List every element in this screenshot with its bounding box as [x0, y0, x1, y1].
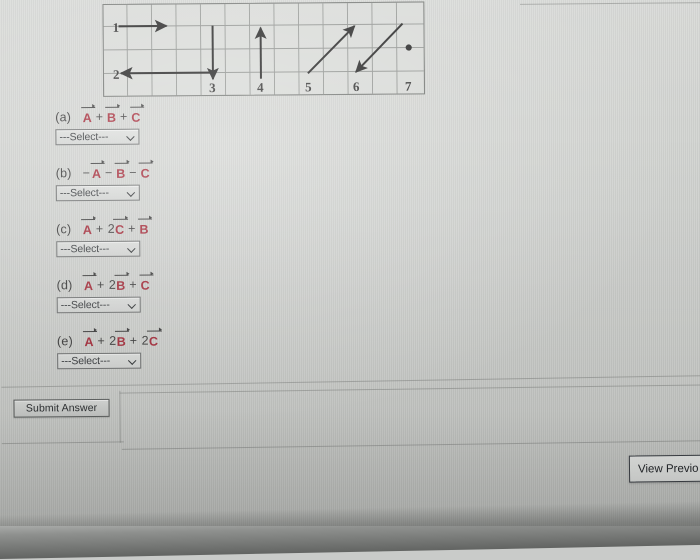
vector-symbol-a: A	[83, 279, 93, 293]
vector-point-7	[406, 44, 412, 50]
operator: +	[126, 334, 140, 349]
question-part-c: (c) A + 2 C + B ---Select---	[56, 220, 149, 258]
grid-label-5: 5	[305, 79, 312, 94]
chevron-down-icon	[127, 188, 136, 197]
vector-symbol-a: A	[91, 167, 101, 181]
vector-symbol-a: A	[82, 223, 92, 237]
vector-symbol-b: B	[116, 335, 126, 349]
panel-divider-left	[119, 391, 120, 443]
coefficient: 2	[108, 334, 116, 349]
vector-symbol-c: C	[131, 111, 141, 125]
select-dropdown-a[interactable]: ---Select---	[55, 129, 139, 146]
question-expression-row: (a) A + B + C	[55, 108, 141, 126]
chevron-down-icon	[127, 244, 136, 253]
operator: +	[125, 222, 139, 237]
panel-divider-inner	[119, 384, 700, 393]
part-letter: (c)	[56, 222, 71, 237]
question-part-a: (a) A + B + C ---Select---	[55, 108, 141, 146]
vector-symbol-a: A	[84, 335, 94, 349]
operator: +	[116, 110, 130, 125]
coefficient: 2	[140, 334, 148, 349]
grid-label-2: 2	[113, 67, 120, 82]
vector-arrow-2	[121, 73, 216, 74]
grid-label-6: 6	[353, 79, 360, 94]
part-letter: (e)	[57, 334, 73, 349]
part-expression: A + 2 C + B	[82, 222, 149, 238]
chevron-down-icon	[126, 132, 135, 141]
operator: +	[94, 334, 108, 349]
panel-divider-lower	[122, 440, 700, 450]
operator: −	[101, 166, 115, 181]
select-dropdown-b[interactable]: ---Select---	[56, 185, 140, 202]
submit-answer-button[interactable]: Submit Answer	[13, 399, 109, 418]
grid-label-3: 3	[209, 80, 216, 95]
select-dropdown-e[interactable]: ---Select---	[57, 353, 141, 370]
question-expression-row: (d) A + 2 B + C	[57, 276, 151, 294]
view-previous-label: View Previo	[638, 462, 699, 475]
question-expression-row: (c) A + 2 C + B	[56, 220, 149, 238]
vector-symbol-c: C	[140, 279, 150, 293]
vector-symbol-b: B	[106, 111, 116, 125]
question-expression-row: (e) A + 2 B + 2 C	[57, 332, 159, 350]
question-part-e: (e) A + 2 B + 2 C ---Select---	[57, 332, 159, 370]
operator: +	[126, 278, 140, 293]
part-expression: A + 2 B + C	[83, 278, 150, 294]
chevron-down-icon	[128, 300, 137, 309]
select-value: ---Select---	[60, 243, 109, 255]
vector-symbol-b: B	[116, 279, 126, 293]
page-content: 1 2 3 4 5 6 7 (a) A + B + C ---Select---	[0, 0, 700, 529]
part-expression: A + B + C	[82, 110, 141, 125]
part-letter: (a)	[55, 110, 71, 125]
coefficient: 2	[107, 222, 115, 237]
negation-sign: −	[83, 166, 92, 181]
vector-symbol-c: C	[148, 335, 158, 349]
chevron-down-icon	[128, 356, 137, 365]
submit-answer-label: Submit Answer	[26, 402, 97, 415]
vector-symbol-b: B	[116, 167, 126, 181]
operator: −	[126, 166, 140, 181]
coefficient: 2	[108, 278, 116, 293]
grid-label-1: 1	[112, 20, 119, 35]
part-expression: A + 2 B + 2 C	[84, 334, 159, 350]
select-value: ---Select---	[61, 355, 110, 367]
question-part-b: (b) − A − B − C ---Select---	[56, 164, 151, 202]
vector-symbol-c: C	[115, 223, 125, 237]
vector-grid-svg: 1 2 3 4 5 6 7	[102, 1, 425, 97]
operator: +	[92, 222, 106, 237]
select-value: ---Select---	[60, 187, 109, 199]
vector-symbol-a: A	[82, 111, 92, 125]
vector-diagram: 1 2 3 4 5 6 7	[102, 1, 425, 97]
grid-label-7: 7	[405, 79, 412, 94]
question-expression-row: (b) − A − B − C	[56, 164, 151, 182]
part-letter: (b)	[56, 166, 72, 181]
operator: +	[93, 278, 107, 293]
view-previous-button[interactable]: View Previo	[629, 454, 700, 482]
part-letter: (d)	[57, 278, 73, 293]
vector-symbol-c: C	[140, 167, 150, 181]
part-expression: − A − B − C	[83, 166, 151, 182]
select-dropdown-c[interactable]: ---Select---	[56, 241, 140, 258]
grid-label-4: 4	[257, 80, 264, 95]
select-dropdown-d[interactable]: ---Select---	[57, 297, 141, 314]
select-value: ---Select---	[59, 131, 108, 143]
vector-symbol-b: B	[139, 223, 149, 237]
panel-divider-bottom	[2, 441, 124, 444]
operator: +	[92, 110, 106, 125]
select-value: ---Select---	[61, 299, 110, 311]
question-part-d: (d) A + 2 B + C ---Select---	[57, 276, 151, 314]
